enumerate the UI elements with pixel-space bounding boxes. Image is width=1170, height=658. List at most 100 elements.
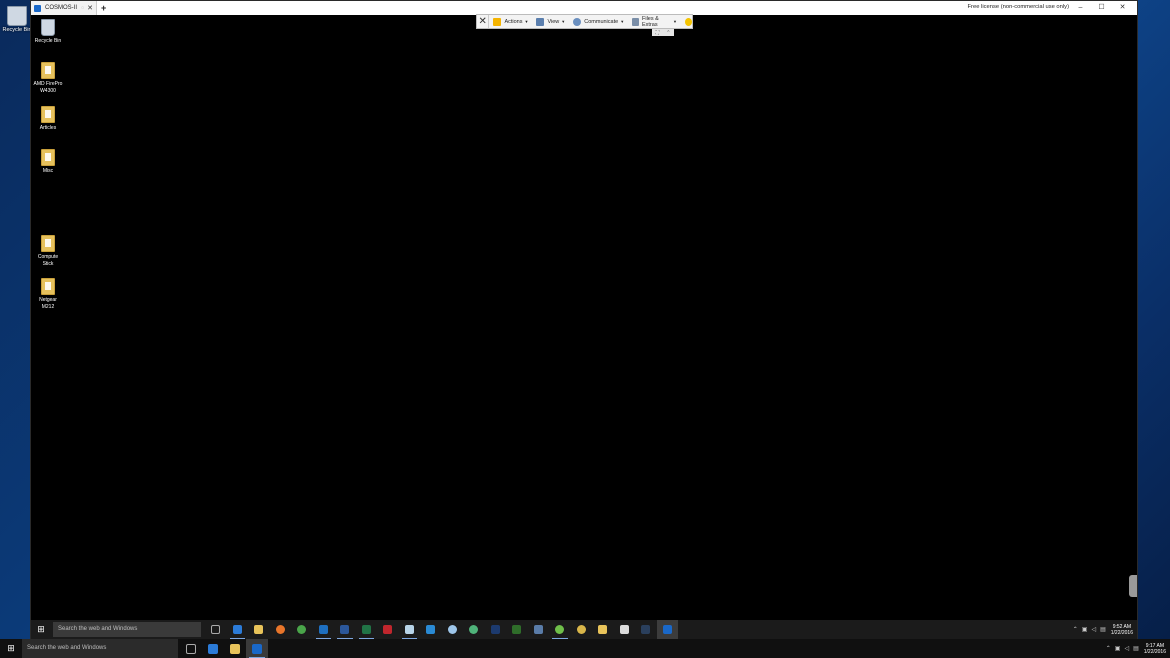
communicate-menu[interactable]: Communicate ▼ [569,17,628,26]
task-view-button[interactable] [205,620,227,639]
teamviewer-titlebar: COSMOS-II ◌ ✕ + Free license (non-commer… [31,1,1137,15]
manager-icon [533,625,543,634]
teamviewer-icon [34,4,41,12]
remote-icon-compute-stick[interactable]: Compute Stick [33,235,63,268]
close-window-button[interactable]: ✕ [1112,1,1133,15]
remote-clock[interactable]: 9:52 AM 1/22/2016 [1111,624,1133,636]
outlook-icon [318,625,328,634]
tab-label: COSMOS-II [45,5,78,11]
edge-icon [232,625,242,634]
calculator-icon [619,625,629,634]
volume-icon[interactable]: ◁ [1124,645,1129,652]
remote-app-network[interactable] [399,620,421,639]
actions-label: Actions [504,18,523,25]
remote-start-button[interactable]: ⊞ [31,624,51,635]
feedback-smiley-icon[interactable] [684,17,692,26]
tab-cosmos[interactable]: COSMOS-II ◌ ✕ [31,1,97,15]
chevron-down-icon: ▼ [561,19,566,24]
new-tab-button[interactable]: + [101,3,106,13]
remote-app-word[interactable] [334,620,356,639]
local-clock[interactable]: 9:17 AM 1/22/2016 [1144,643,1166,655]
remote-icon-label: Misc [42,168,54,174]
chevron-up-icon[interactable]: ⌃ [1073,626,1078,633]
local-recycle-bin[interactable]: Recycle Bin [2,6,32,33]
remote-desktop[interactable]: Recycle Bin AMD FirePro W4300 Articles Mi… [31,15,1137,620]
local-taskbar: ⊞ Search the web and Windows ⌃ ▣ ◁ ▤ 9:1… [0,639,1170,658]
folder-icon [41,149,55,166]
local-app-edge[interactable] [202,639,224,658]
local-search-input[interactable]: Search the web and Windows [22,639,178,658]
network-icon [404,625,414,634]
remote-icon-articles[interactable]: Articles [33,106,63,132]
teamviewer-window: COSMOS-II ◌ ✕ + Free license (non-commer… [30,0,1138,639]
remote-app-tool[interactable] [571,620,593,639]
folder-icon [230,643,240,654]
network-icon[interactable]: ▣ [1115,645,1121,652]
remote-icon-label: Articles [39,125,57,131]
folder-icon [254,625,264,634]
local-app-teamviewer[interactable] [246,639,268,658]
files-label: Files & Extras [641,15,659,28]
remote-app-photoshop[interactable] [485,620,507,639]
remote-app-firefox[interactable] [270,620,292,639]
window-controls: – ☐ ✕ [1070,1,1133,15]
teamviewer-icon [252,643,262,654]
remote-app-excel[interactable] [356,620,378,639]
remote-app-filezilla[interactable] [377,620,399,639]
remote-app-edge[interactable] [227,620,249,639]
remote-side-handle[interactable] [1129,575,1137,597]
remote-app-explorer[interactable] [248,620,270,639]
remote-app-virtualbox[interactable] [420,620,442,639]
pin-icon[interactable]: ◌ [81,5,84,11]
remote-icon-misc[interactable]: Misc [33,149,63,175]
remote-date: 1/22/2016 [1110,629,1133,636]
edge-icon [208,643,218,654]
collapse-icon[interactable]: ⌃ [666,30,670,36]
remote-icon-netgear[interactable]: Netgear M212 [33,278,63,311]
remote-app-steam[interactable] [635,620,657,639]
remote-app-globe[interactable] [442,620,464,639]
media-icon [598,625,608,634]
remote-app-maps[interactable] [549,620,571,639]
remote-icon-recycle-bin[interactable]: Recycle Bin [33,19,63,45]
remote-app-dreamweaver[interactable] [506,620,528,639]
teamviewer-icon [662,625,672,634]
actions-menu[interactable]: Actions ▼ [489,17,532,26]
network-icon[interactable]: ▣ [1082,626,1088,633]
fullscreen-icon[interactable]: ⛶ [656,30,660,36]
remote-app-media[interactable] [592,620,614,639]
word-icon [340,625,350,634]
remote-app-outlook[interactable] [313,620,335,639]
maximize-button[interactable]: ☐ [1091,1,1112,15]
local-recycle-bin-label: Recycle Bin [2,27,32,33]
notification-icon[interactable]: ▤ [1100,626,1106,633]
recycle-bin-icon [7,6,27,26]
folder-icon [41,278,55,295]
remote-icon-label: Recycle Bin [34,38,62,44]
local-date: 1/22/2016 [1143,648,1166,655]
remote-app-chrome[interactable] [291,620,313,639]
local-app-explorer[interactable] [224,639,246,658]
files-extras-menu[interactable]: Files & Extras ▼ [628,16,681,28]
monitor-icon [536,17,545,26]
task-view-icon [186,643,196,654]
chevron-up-icon[interactable]: ⌃ [1106,645,1111,652]
minimize-button[interactable]: – [1070,1,1091,15]
volume-icon[interactable]: ◁ [1091,626,1096,633]
view-menu[interactable]: View ▼ [532,17,569,26]
local-start-button[interactable]: ⊞ [0,643,22,654]
tab-close-icon[interactable]: ✕ [87,4,93,12]
remote-app-calculator[interactable] [614,620,636,639]
remote-icon-amd-firepro[interactable]: AMD FirePro W4300 [33,62,63,95]
remote-app-teamviewer[interactable] [656,620,678,639]
remote-taskbar-apps [205,620,678,639]
files-icon [632,17,639,26]
local-task-view-button[interactable] [180,639,202,658]
remote-app-manager[interactable] [528,620,550,639]
chevron-down-icon: ▼ [524,19,529,24]
remote-search-input[interactable]: Search the web and Windows [53,622,201,637]
license-text: Free license (non-commercial use only) [967,4,1069,10]
notification-icon[interactable]: ▤ [1133,645,1139,652]
remote-app-browser[interactable] [463,620,485,639]
end-session-button[interactable]: ✕ [477,15,490,28]
